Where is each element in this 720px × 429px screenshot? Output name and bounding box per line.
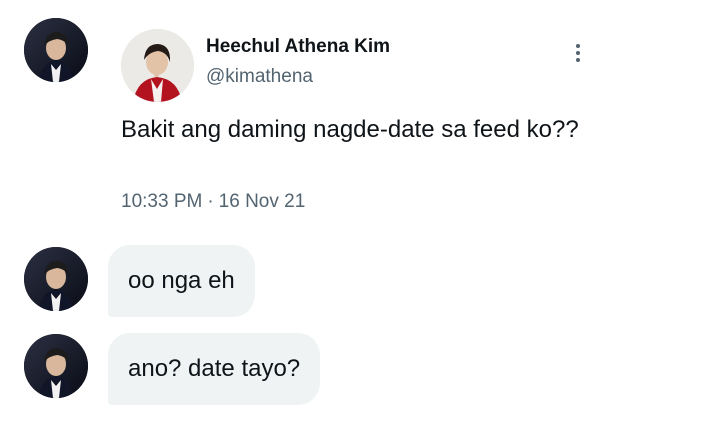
tweet-author-avatar[interactable] <box>121 29 194 102</box>
tweet-date: 16 Nov 21 <box>218 191 306 212</box>
more-dot <box>576 51 580 55</box>
message-bubble[interactable]: oo nga eh <box>108 245 255 317</box>
tweet-text[interactable]: Bakit ang daming nagde-date sa feed ko?? <box>121 114 591 145</box>
message-text: ano? date tayo? <box>128 355 301 382</box>
tweet-time: 10:33 PM <box>121 191 203 212</box>
sender-avatar[interactable] <box>24 18 88 82</box>
more-dot <box>576 58 580 62</box>
tweet-author-handle[interactable]: @kimathena <box>206 66 313 88</box>
reply-avatar-image <box>24 334 88 398</box>
meta-separator: · <box>207 191 214 212</box>
tweet-author-name[interactable]: Heechul Athena Kim <box>206 36 390 58</box>
reply-avatar[interactable] <box>24 334 88 398</box>
message-bubble[interactable]: ano? date tayo? <box>108 333 321 405</box>
reply-avatar[interactable] <box>24 247 88 311</box>
sender-avatar-image <box>24 18 88 82</box>
more-vertical-icon[interactable] <box>566 38 590 68</box>
tweet-timestamp[interactable]: 10:33 PM · 16 Nov 21 <box>121 191 305 213</box>
more-dot <box>576 44 580 48</box>
reply-avatar-image <box>24 247 88 311</box>
tweet-author-avatar-image <box>121 29 194 102</box>
dm-conversation: Heechul Athena Kim @kimathena Bakit ang … <box>0 0 720 429</box>
message-text: oo nga eh <box>128 267 235 294</box>
